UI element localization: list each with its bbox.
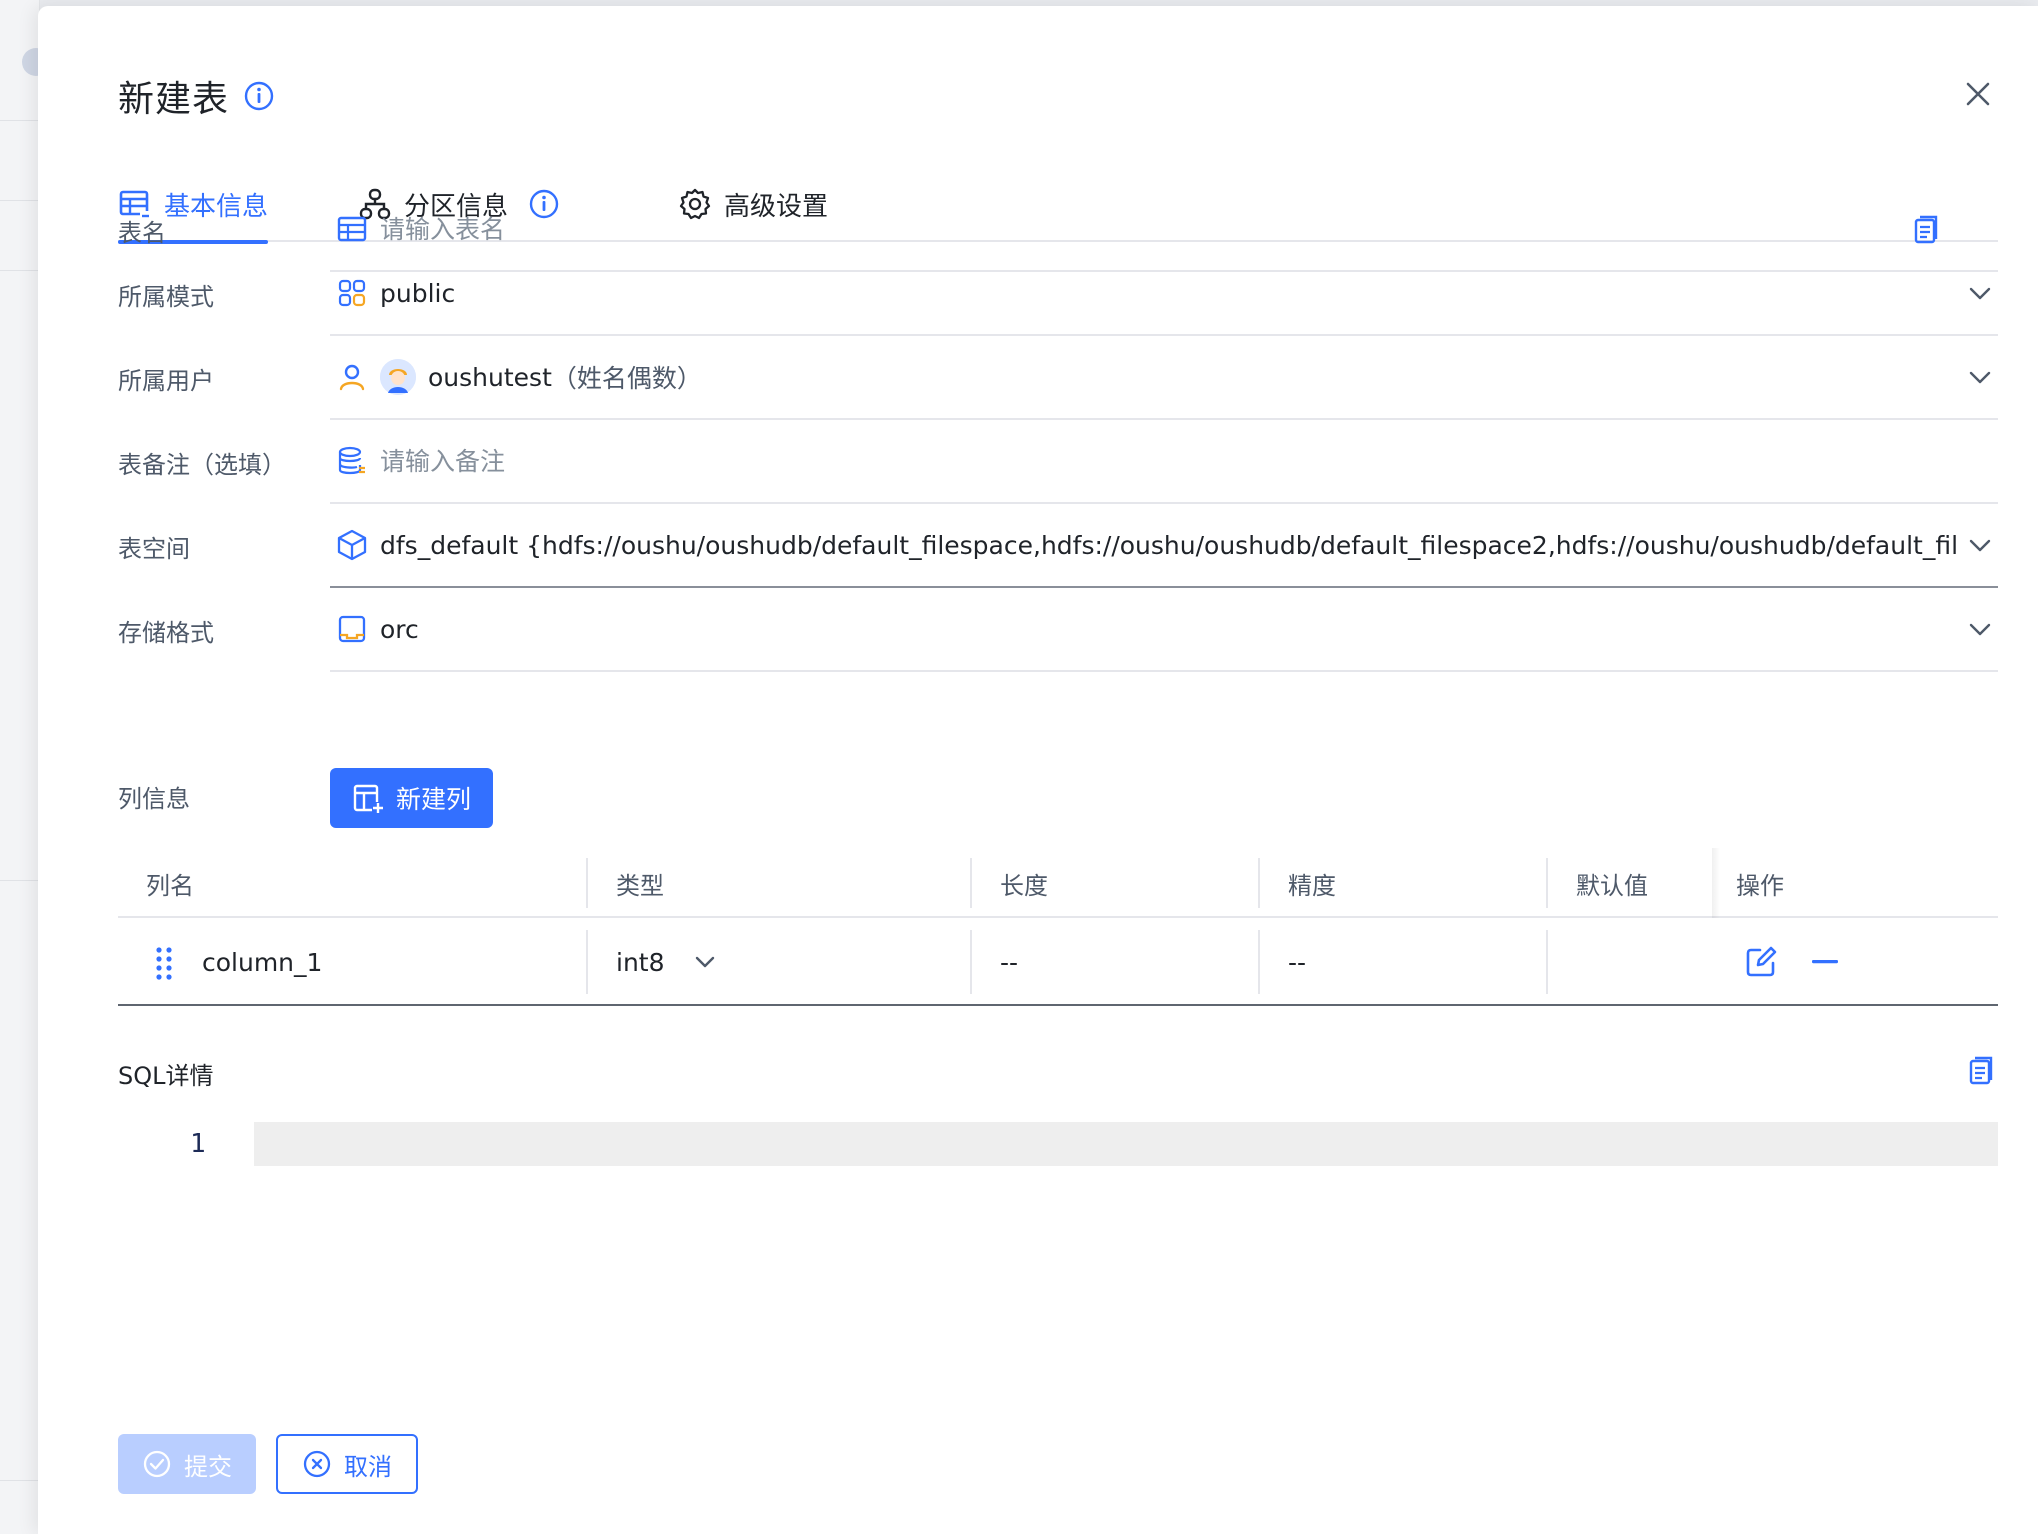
background-divider xyxy=(0,120,40,121)
edit-icon[interactable] xyxy=(1744,945,1778,979)
comment-input[interactable] xyxy=(380,446,1998,476)
background-app-strip xyxy=(0,0,50,1534)
column-header-default: 默认值 xyxy=(1576,871,1648,900)
background-divider xyxy=(0,1480,40,1481)
owner-value: oushutest xyxy=(428,362,552,392)
column-divider xyxy=(1546,930,1548,994)
info-circle-icon[interactable] xyxy=(243,80,275,112)
background-divider xyxy=(0,880,40,881)
storage-format-value: orc xyxy=(380,614,419,644)
database-icon xyxy=(334,443,370,479)
form-row-owner: 所属用户 oushutest （姓名偶数） xyxy=(118,336,1998,420)
submit-button[interactable]: 提交 xyxy=(118,1434,256,1494)
drag-handle-icon[interactable] xyxy=(154,946,174,984)
add-column-icon xyxy=(353,784,384,814)
schema-label: 所属模式 xyxy=(118,282,214,311)
column-divider xyxy=(1258,930,1260,994)
cell-column-type[interactable]: int8 xyxy=(616,918,715,1006)
table-icon xyxy=(334,211,370,247)
cube-icon xyxy=(334,527,370,563)
comment-label: 表备注（选填） xyxy=(118,450,286,479)
type-value: int8 xyxy=(616,947,665,977)
column-header-name: 列名 xyxy=(146,871,194,900)
column-header-precision: 精度 xyxy=(1288,871,1336,900)
close-icon[interactable] xyxy=(1958,74,1998,114)
cell-column-precision: -- xyxy=(1288,947,1307,977)
tablespace-select[interactable]: dfs_default {hdfs://oushu/oushudb/defaul… xyxy=(330,504,1998,588)
form-row-schema: 所属模式 public xyxy=(118,252,1998,336)
fixed-column-shadow xyxy=(1712,848,1720,918)
columns-table: 列名 类型 长度 精度 默认值 操作 column_1 int8 -- -- xyxy=(118,848,1998,1006)
column-divider xyxy=(1258,858,1260,908)
chevron-down-icon[interactable] xyxy=(1966,280,1994,308)
copy-icon[interactable] xyxy=(1968,1056,1994,1090)
tablespace-label: 表空间 xyxy=(118,534,190,563)
check-circle-icon xyxy=(143,1450,171,1478)
form-row-columns: 列信息 新建列 xyxy=(118,754,1998,838)
column-divider xyxy=(586,930,588,994)
background-divider xyxy=(0,200,40,201)
form-row-comment: 表备注（选填） xyxy=(118,420,1998,504)
tablespace-value: dfs_default {hdfs://oushu/oushudb/defaul… xyxy=(380,530,1956,560)
cell-column-actions xyxy=(1744,918,1838,1006)
chevron-down-icon[interactable] xyxy=(1966,532,1994,560)
dialog-title: 新建表 xyxy=(118,79,230,120)
add-column-label: 新建列 xyxy=(396,785,472,814)
column-header-length: 长度 xyxy=(1000,871,1048,900)
column-divider xyxy=(970,930,972,994)
cell-column-length: -- xyxy=(1000,947,1019,977)
form-row-tablespace: 表空间 dfs_default {hdfs://oushu/oushudb/de… xyxy=(118,504,1998,588)
owner-label: 所属用户 xyxy=(118,366,214,395)
avatar xyxy=(380,359,416,395)
column-header-actions: 操作 xyxy=(1736,871,1784,900)
cell-column-name[interactable]: column_1 xyxy=(202,918,322,1006)
code-line[interactable] xyxy=(254,1122,1998,1166)
line-number: 1 xyxy=(190,1129,206,1159)
sql-section-header: SQL详情 xyxy=(118,1056,1998,1096)
add-column-button[interactable]: 新建列 xyxy=(330,768,494,828)
chevron-down-icon[interactable] xyxy=(1966,364,1994,392)
submit-label: 提交 xyxy=(184,1452,232,1481)
sql-editor[interactable]: 1 xyxy=(118,1122,1998,1182)
sql-title: SQL详情 xyxy=(118,1062,214,1090)
column-header-type: 类型 xyxy=(616,871,664,900)
table-row: column_1 int8 -- -- xyxy=(118,918,1998,1006)
cancel-button[interactable]: 取消 xyxy=(276,1434,418,1494)
schema-select[interactable]: public xyxy=(330,252,1998,336)
owner-select[interactable]: oushutest （姓名偶数） xyxy=(330,336,1998,420)
user-icon xyxy=(334,359,370,395)
column-divider xyxy=(586,858,588,908)
remove-icon[interactable] xyxy=(1812,959,1838,965)
column-divider xyxy=(1546,858,1548,908)
form-row-storage-format: 存储格式 orc xyxy=(118,588,1998,672)
create-table-dialog: 新建表 基本信息 分区信息 高级设置 表名 请输入表名 所属模式 public … xyxy=(38,6,2038,1534)
chevron-down-icon[interactable] xyxy=(695,956,715,969)
cancel-label: 取消 xyxy=(344,1452,392,1481)
background-divider xyxy=(0,270,40,271)
columns-label: 列信息 xyxy=(118,784,190,813)
storage-format-label: 存储格式 xyxy=(118,618,214,647)
owner-value-suffix: （姓名偶数） xyxy=(551,364,702,393)
schema-value: public xyxy=(380,278,456,308)
table-name-input[interactable] xyxy=(380,214,1998,244)
storage-format-select[interactable]: orc xyxy=(330,588,1998,672)
column-divider xyxy=(970,858,972,908)
table-header: 列名 类型 长度 精度 默认值 操作 xyxy=(118,848,1998,918)
dialog-footer: 提交 取消 xyxy=(118,1434,438,1494)
close-circle-icon xyxy=(303,1450,331,1478)
copy-icon[interactable] xyxy=(1910,212,1942,248)
grid-icon xyxy=(334,275,370,311)
comment-field[interactable] xyxy=(330,420,1998,504)
dialog-header: 新建表 xyxy=(118,66,275,126)
chevron-down-icon[interactable] xyxy=(1966,616,1994,644)
storage-icon xyxy=(334,611,370,647)
